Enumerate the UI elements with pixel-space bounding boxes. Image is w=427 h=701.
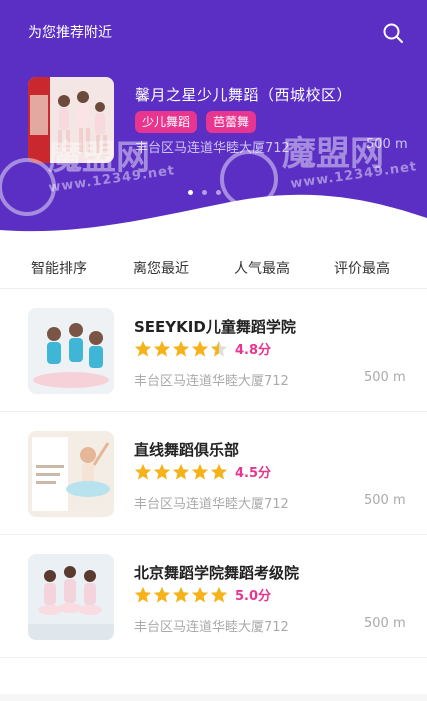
featured-tag: 少儿舞蹈 — [135, 111, 198, 133]
rating-stars: 5.0分 — [134, 585, 271, 604]
studio-name: 直线舞蹈俱乐部 — [134, 441, 240, 459]
studio-distance: 500 m — [364, 370, 406, 385]
watermark-logo — [0, 158, 56, 216]
bottom-divider — [0, 694, 427, 701]
sort-rating[interactable]: 评价最高 — [334, 258, 390, 278]
star-icon — [172, 586, 190, 602]
featured-image[interactable] — [28, 77, 114, 163]
star-icon — [191, 463, 209, 479]
star-icon — [153, 463, 171, 479]
list-item[interactable]: 北京舞蹈学院舞蹈考级院 5.0分 丰台区马连道华睦大厦712 500 m — [0, 535, 427, 658]
star-icon — [172, 340, 190, 356]
list-item[interactable]: SEEYKID儿童舞蹈学院 4.8分 丰台区马连道华睦大厦712 500 m — [0, 289, 427, 412]
studio-address: 丰台区马连道华睦大厦712 — [134, 620, 289, 635]
featured-address: 丰台区马连道华睦大厦712 — [135, 141, 290, 156]
studio-address: 丰台区马连道华睦大厦712 — [134, 497, 289, 512]
featured-name[interactable]: 馨月之星少儿舞蹈（西城校区） — [135, 84, 352, 105]
rating-stars: 4.8分 — [134, 339, 271, 358]
star-icon — [191, 340, 209, 356]
pager-dot[interactable] — [216, 190, 221, 195]
header-banner: 为您推荐附近 馨月之星少儿舞蹈（西城校区） 少儿舞蹈 芭蕾舞 丰台区马连道华睦大… — [0, 0, 427, 248]
star-icon — [191, 586, 209, 602]
star-icon — [134, 340, 152, 356]
pager-dot[interactable] — [202, 190, 207, 195]
rating-score: 4.8分 — [235, 343, 272, 358]
studio-address: 丰台区马连道华睦大厦712 — [134, 374, 289, 389]
watermark-logo — [220, 150, 278, 208]
featured-tag: 芭蕾舞 — [206, 111, 257, 133]
star-icon — [210, 586, 228, 602]
studio-list: SEEYKID儿童舞蹈学院 4.8分 丰台区马连道华睦大厦712 500 m 直… — [0, 289, 427, 658]
rating-stars: 4.5分 — [134, 462, 271, 481]
list-item[interactable]: 直线舞蹈俱乐部 4.5分 丰台区马连道华睦大厦712 500 m — [0, 412, 427, 535]
featured-distance: 500 m — [366, 137, 408, 152]
studio-thumbnail — [28, 308, 114, 394]
studio-name: 北京舞蹈学院舞蹈考级院 — [134, 564, 300, 582]
star-icon — [210, 463, 228, 479]
search-icon[interactable] — [382, 22, 404, 44]
sort-nearest[interactable]: 离您最近 — [133, 258, 189, 278]
sort-popular[interactable]: 人气最高 — [234, 258, 290, 278]
star-icon — [153, 340, 171, 356]
pager-dot[interactable] — [188, 190, 193, 195]
studio-name: SEEYKID儿童舞蹈学院 — [134, 318, 296, 336]
rating-score: 5.0分 — [235, 589, 272, 604]
star-icon — [153, 586, 171, 602]
carousel-pager[interactable] — [188, 190, 221, 195]
studio-distance: 500 m — [364, 493, 406, 508]
studio-thumbnail — [28, 554, 114, 640]
sort-bar: 智能排序 离您最近 人气最高 评价最高 — [0, 248, 427, 289]
rating-score: 4.5分 — [235, 466, 272, 481]
star-icon — [172, 463, 190, 479]
star-icon — [134, 463, 152, 479]
sort-smart[interactable]: 智能排序 — [31, 258, 87, 278]
star-half-icon — [210, 340, 228, 356]
star-icon — [134, 586, 152, 602]
studio-distance: 500 m — [364, 616, 406, 631]
page-title: 为您推荐附近 — [28, 25, 112, 41]
studio-thumbnail — [28, 431, 114, 517]
